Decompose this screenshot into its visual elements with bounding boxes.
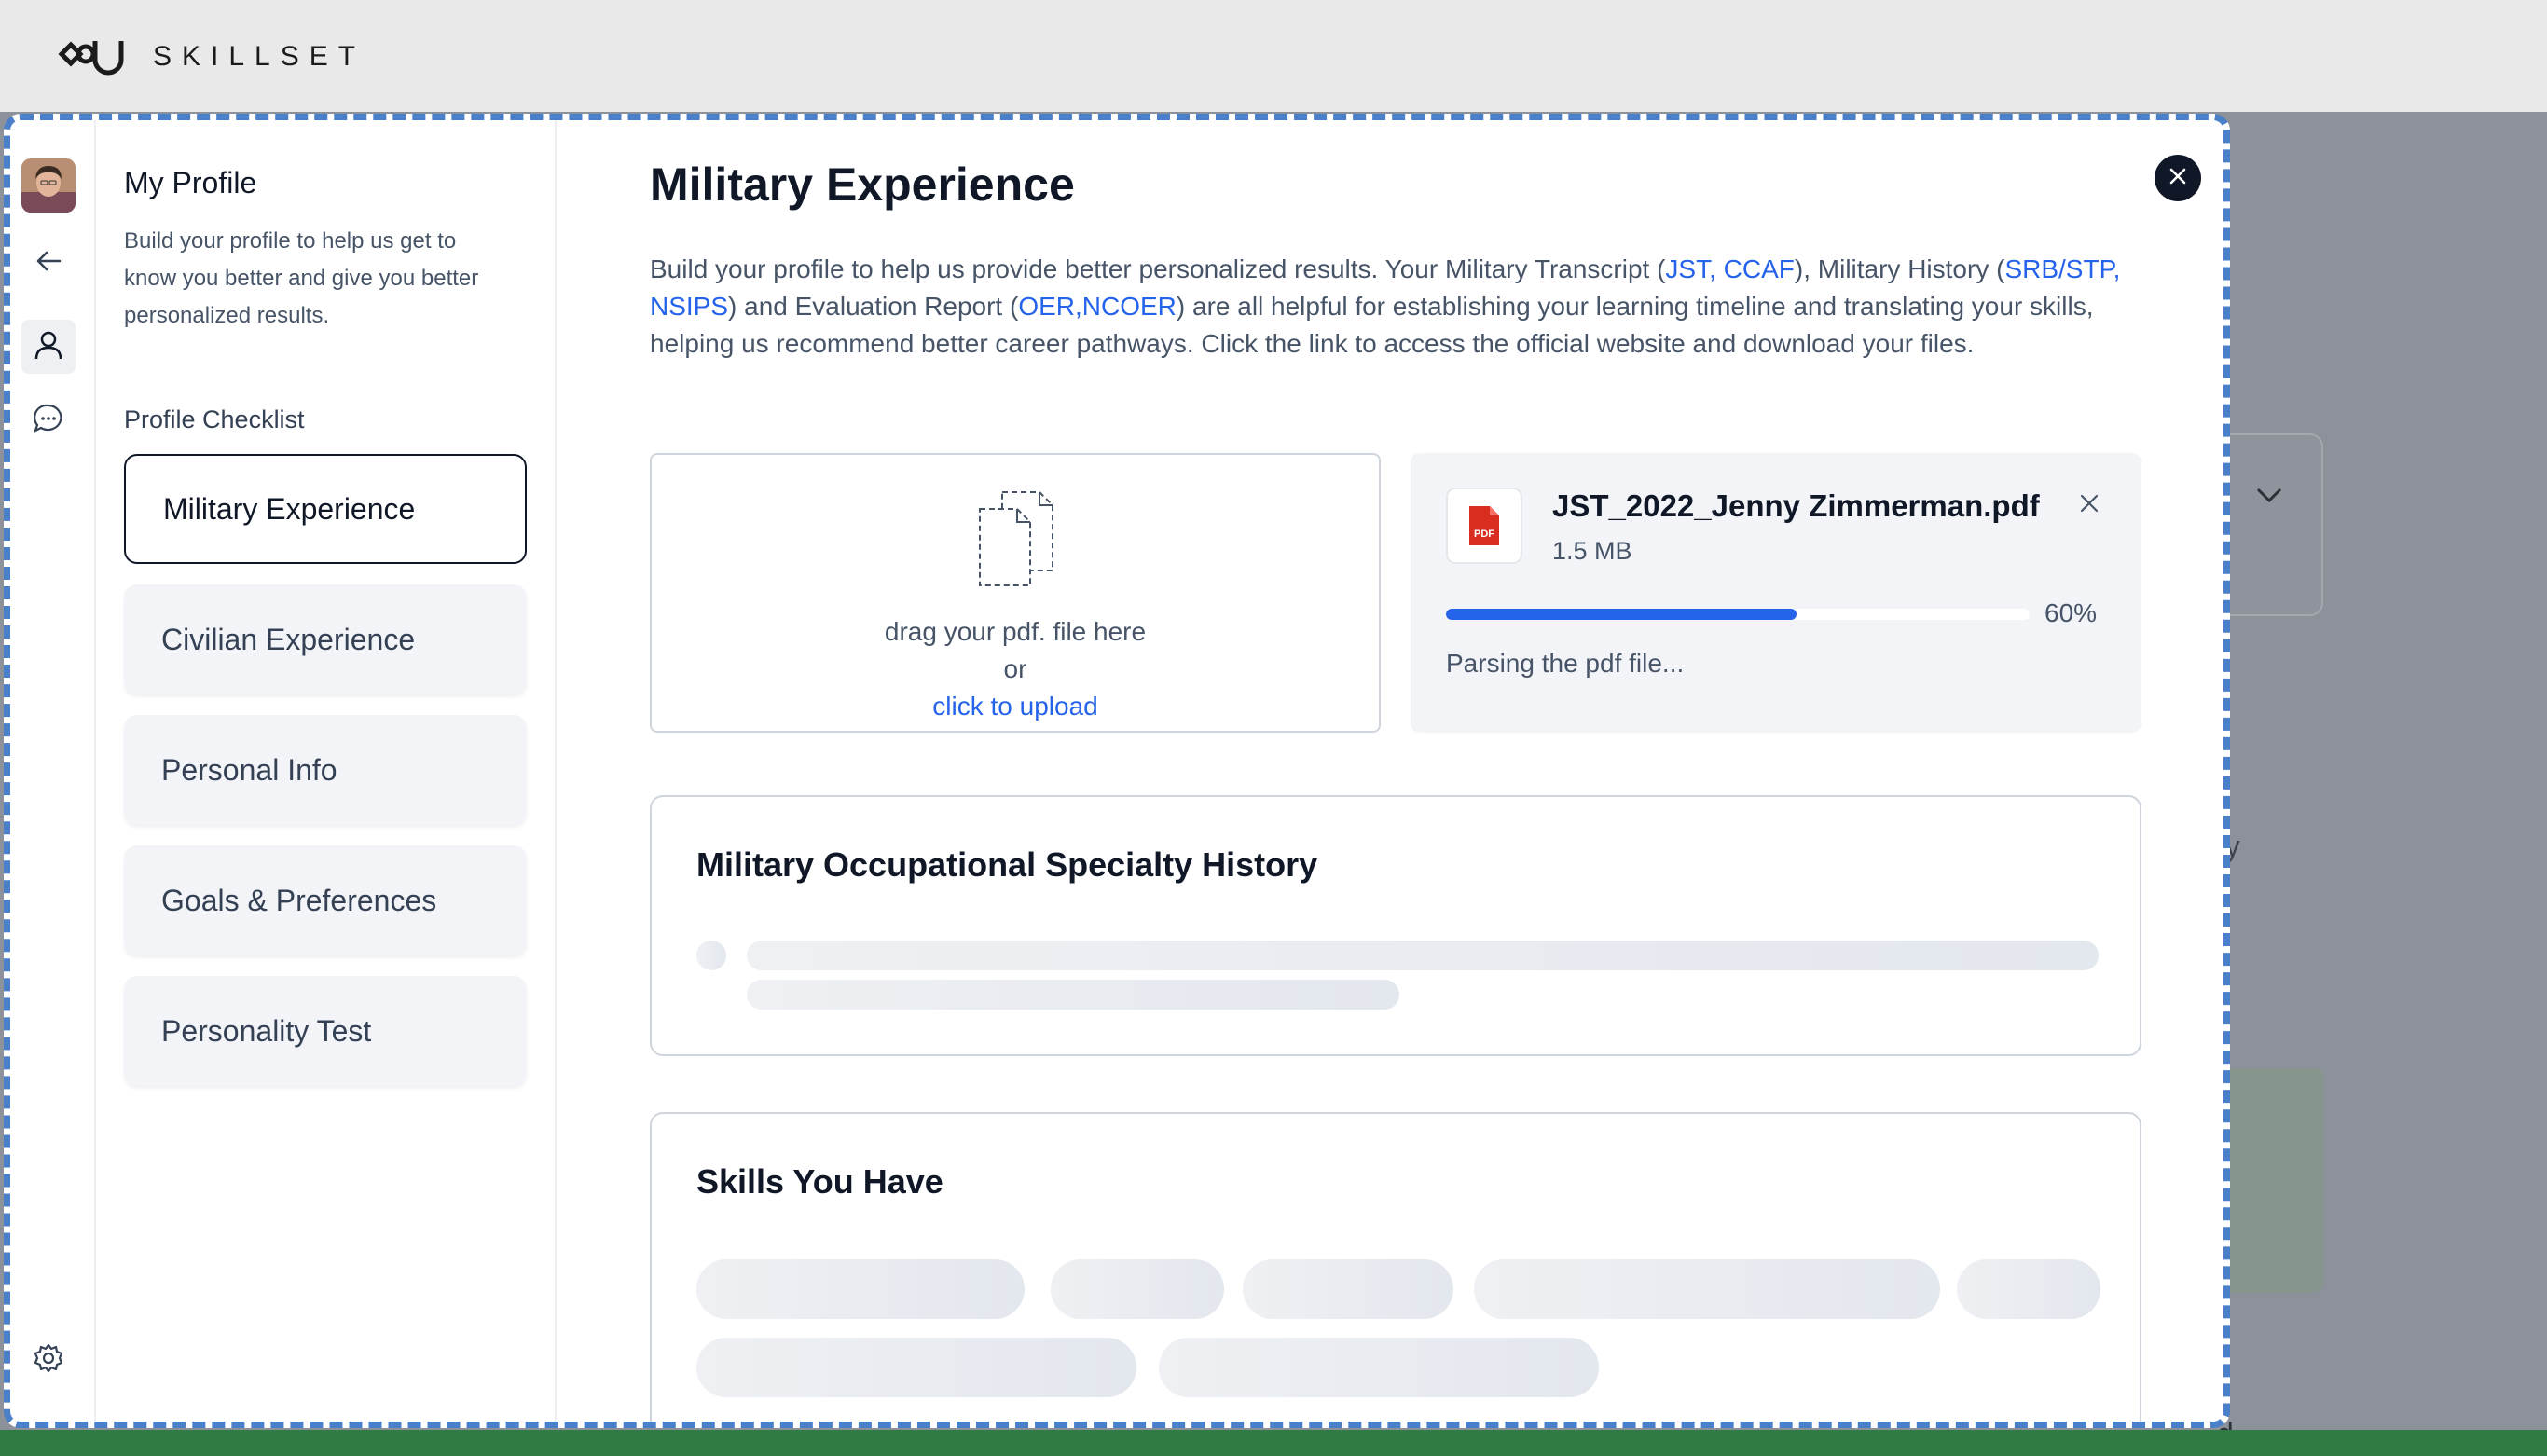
loading-skeleton-pill (1051, 1259, 1224, 1319)
pdf-file-icon: PDF (1446, 488, 1522, 564)
avatar[interactable] (21, 158, 76, 213)
section-title: Military Occupational Specialty History (696, 845, 1318, 884)
upload-progress-bar (1446, 609, 2030, 620)
upload-progress-percent: 60% (2044, 598, 2098, 627)
file-name: JST_2022_Jenny Zimmerman.pdf (1552, 488, 2040, 523)
dropzone-text: drag your pdf. file here or click to upl… (652, 613, 1379, 725)
loading-skeleton-pill (1957, 1259, 2100, 1319)
loading-skeleton-line (747, 980, 1399, 1010)
checklist-item-label: Military Experience (163, 491, 416, 526)
background-green-card (2219, 1068, 2323, 1292)
checklist-item-label: Civilian Experience (161, 622, 416, 656)
checklist-item-military-experience[interactable]: Military Experience (124, 454, 527, 564)
skillset-logo[interactable]: SKILLSET (58, 37, 365, 76)
chevron-down-icon (2252, 478, 2286, 516)
checklist-item-label: Personal Info (161, 752, 337, 787)
loading-skeleton-dot (696, 941, 726, 970)
mos-history-card: Military Occupational Specialty History (650, 795, 2141, 1056)
back-arrow-icon (34, 246, 63, 281)
chat-bubble-icon (33, 403, 64, 439)
intro-text: ) and Evaluation Report ( (728, 292, 1019, 321)
top-bar: SKILLSET (0, 0, 2547, 112)
close-icon (2078, 492, 2100, 519)
loading-skeleton-line (747, 941, 2099, 970)
parse-status-text: Parsing the pdf file... (1446, 649, 1685, 678)
page-title: Military Experience (650, 158, 1075, 211)
checklist-item-goals-preferences[interactable]: Goals & Preferences (124, 845, 527, 955)
remove-file-button[interactable] (2071, 487, 2108, 524)
settings-button[interactable] (21, 1333, 76, 1387)
profile-sidebar: My Profile Build your profile to help us… (96, 120, 557, 1422)
intro-text: Build your profile to help us provide be… (650, 254, 1666, 283)
jst-ccaf-link[interactable]: JST, CCAF (1665, 254, 1794, 283)
checklist-item-label: Goals & Preferences (161, 883, 437, 917)
chat-nav-button[interactable] (21, 393, 76, 447)
pdf-file-icon-label: PDF (1474, 529, 1494, 540)
profile-modal: My Profile Build your profile to help us… (4, 114, 2230, 1428)
icon-rail (10, 120, 96, 1422)
loading-skeleton-pill (1159, 1338, 1599, 1397)
intro-text: ), Military History ( (1794, 254, 2005, 283)
skills-card: Skills You Have (650, 1112, 2141, 1422)
uploaded-file-card: PDF JST_2022_Jenny Zimmerman.pdf 1.5 MB … (1411, 453, 2141, 733)
brand-name: SKILLSET (153, 41, 366, 72)
copy-files-icon (976, 488, 1058, 596)
skillset-logo-mark-icon (58, 37, 125, 76)
file-size: 1.5 MB (1552, 537, 1632, 565)
dropzone-instruction: drag your pdf. file here (884, 617, 1147, 646)
background-dropdown-card (2219, 433, 2323, 616)
dropzone-or-text: or (1003, 654, 1027, 683)
settings-gear-icon (33, 1342, 64, 1379)
oer-ncoer-link[interactable]: OER,NCOER (1018, 292, 1177, 321)
sidebar-title: My Profile (124, 166, 257, 199)
close-modal-button[interactable] (2155, 155, 2201, 201)
user-icon (32, 328, 65, 366)
checklist-item-personal-info[interactable]: Personal Info (124, 715, 527, 825)
checklist-heading: Profile Checklist (124, 405, 305, 433)
back-button[interactable] (21, 236, 76, 290)
checklist-item-label: Personality Test (161, 1013, 372, 1048)
checklist-item-civilian-experience[interactable]: Civilian Experience (124, 584, 527, 694)
intro-paragraph: Build your profile to help us provide be… (650, 251, 2141, 363)
main-content: Military Experience Build your profile t… (650, 120, 2141, 1422)
bottom-green-strip (0, 1430, 2547, 1456)
click-to-upload-link[interactable]: click to upload (932, 692, 1097, 721)
loading-skeleton-pill (696, 1338, 1136, 1397)
pdf-dropzone[interactable]: drag your pdf. file here or click to upl… (650, 453, 1381, 733)
sidebar-description: Build your profile to help us get to kno… (124, 228, 479, 328)
section-title: Skills You Have (696, 1162, 943, 1201)
upload-progress-fill (1446, 609, 1797, 620)
checklist-item-personality-test[interactable]: Personality Test (124, 976, 527, 1086)
loading-skeleton-pill (1474, 1259, 1940, 1319)
loading-skeleton-pill (1243, 1259, 1453, 1319)
close-icon (2167, 165, 2189, 192)
dropzone-instruction-line2: or click to upload (652, 651, 1379, 725)
profile-nav-button[interactable] (21, 320, 76, 374)
loading-skeleton-pill (696, 1259, 1025, 1319)
